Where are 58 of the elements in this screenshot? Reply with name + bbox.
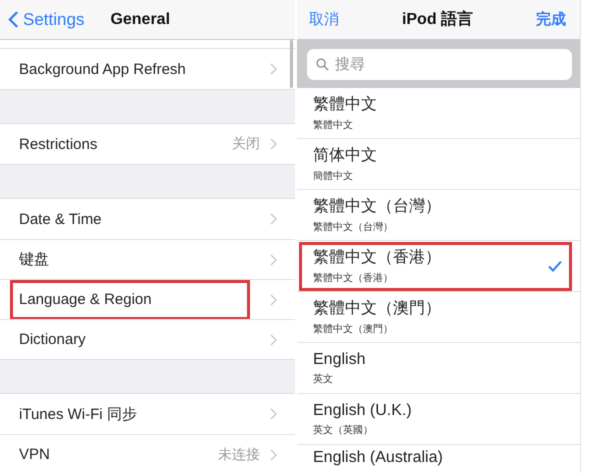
row-label: 键盘 xyxy=(19,250,50,269)
language-row[interactable]: English 英文 xyxy=(297,343,580,394)
settings-row[interactable]: Restrictions 关闭 xyxy=(0,124,295,164)
search-icon xyxy=(316,58,329,70)
language-name: English (Australia) xyxy=(313,449,444,467)
row-label: iTunes Wi-Fi 同步 xyxy=(19,404,138,424)
language-name: English (U.K.) xyxy=(313,402,413,420)
language-row[interactable]: English (U.K.) 英文（英國） xyxy=(297,394,580,445)
row-value: 关闭 xyxy=(232,135,260,153)
language-row[interactable]: 简体中文 簡體中文 xyxy=(297,139,580,190)
language-name: 繁體中文（台灣） xyxy=(313,196,442,217)
row-label: Restrictions xyxy=(19,136,98,152)
language-row[interactable]: 繁體中文 繁體中文 xyxy=(297,88,580,139)
language-name: 繁體中文 xyxy=(313,94,378,115)
chevron-icon xyxy=(270,213,277,225)
scroll-indicator xyxy=(290,40,293,88)
settings-row[interactable]: Dictionary xyxy=(0,319,295,359)
settings-row[interactable]: Date & Time xyxy=(0,199,295,239)
language-name: English xyxy=(313,350,366,368)
language-row[interactable]: English (Australia) xyxy=(297,445,580,471)
language-native-name: 英文 xyxy=(313,372,334,386)
chevron-icon xyxy=(270,138,277,150)
row-label: Dictionary xyxy=(19,331,87,348)
settings-row[interactable]: iTunes Wi-Fi 同步 xyxy=(0,394,295,434)
search-field[interactable]: 搜尋 xyxy=(307,48,572,80)
language-native-name: 繁體中文 xyxy=(313,118,354,132)
chevron-icon xyxy=(270,334,277,346)
language-row[interactable]: 繁體中文（台灣） 繁體中文（台灣） xyxy=(297,190,580,241)
chevron-icon xyxy=(270,448,277,460)
language-name: 繁體中文（香港） xyxy=(313,248,442,268)
chevron-icon xyxy=(270,63,277,75)
back-chevron-icon xyxy=(8,10,19,29)
done-button[interactable]: 完成 xyxy=(536,10,566,29)
language-row[interactable]: 繁體中文（香港） 繁體中文（香港） xyxy=(297,241,580,292)
language-row[interactable]: 繁體中文（澳門） 繁體中文（澳門） xyxy=(297,292,580,343)
row-value: 未连接 xyxy=(218,446,260,464)
settings-row[interactable]: Language & Region xyxy=(0,279,295,319)
chevron-icon xyxy=(270,254,277,266)
back-button[interactable]: Settings xyxy=(0,10,84,30)
language-name: 简体中文 xyxy=(313,146,378,166)
settings-row[interactable]: VPN 未连接 xyxy=(0,434,295,473)
chevron-icon xyxy=(270,294,277,306)
language-native-name: 英文（英國） xyxy=(313,424,374,436)
row-label: VPN xyxy=(19,446,51,463)
chevron-icon xyxy=(270,408,277,420)
language-native-name: 繁體中文（台灣） xyxy=(313,220,394,234)
language-name: 繁體中文（澳門） xyxy=(313,298,442,319)
settings-row[interactable]: Background App Refresh xyxy=(0,49,295,89)
row-label: Language & Region xyxy=(19,291,153,308)
cancel-button[interactable]: 取消 xyxy=(309,10,339,29)
row-label: Background App Refresh xyxy=(19,60,187,78)
language-native-name: 簡體中文 xyxy=(313,170,354,183)
language-native-name: 繁體中文（香港） xyxy=(313,272,394,285)
settings-row[interactable]: 键盘 xyxy=(0,239,295,279)
language-native-name: 繁體中文（澳門） xyxy=(313,322,394,336)
nav-title: iPod 語言 xyxy=(402,9,474,30)
nav-title: General xyxy=(110,10,170,28)
row-label: Date & Time xyxy=(19,210,103,228)
